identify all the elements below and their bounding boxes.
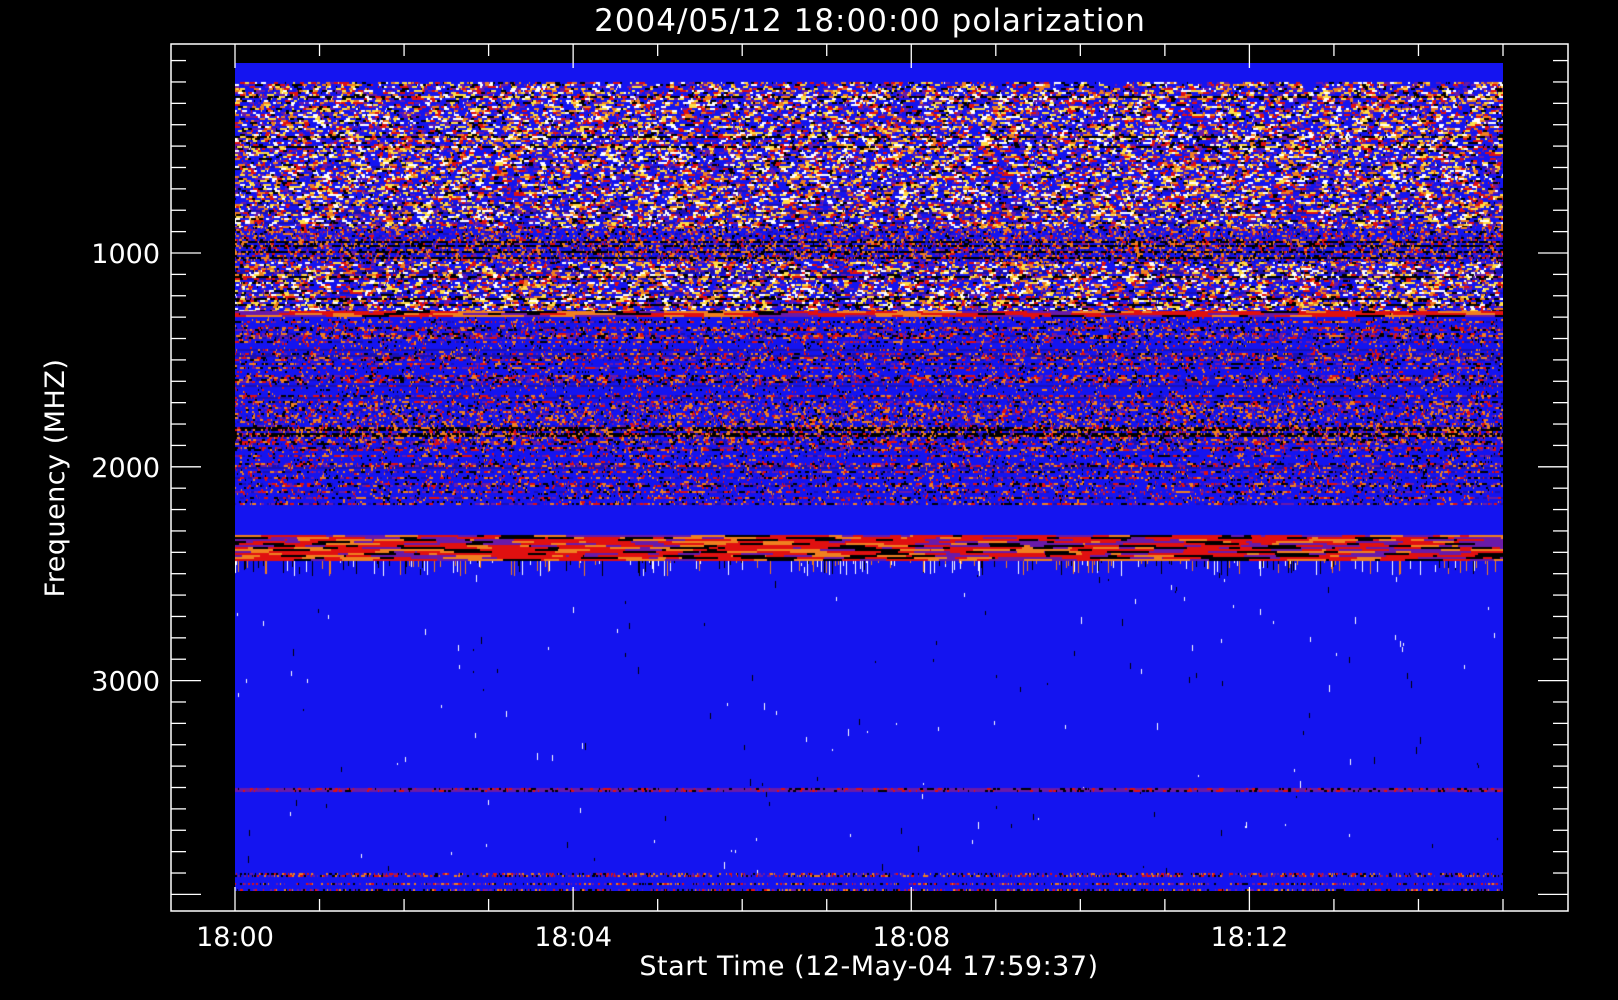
x-tick-label: 18:08 <box>872 922 950 953</box>
y-tick-label: 2000 <box>91 453 160 484</box>
y-tick-label: 1000 <box>91 239 160 270</box>
x-axis-label: Start Time (12-May-04 17:59:37) <box>639 951 1098 982</box>
x-tick-label: 18:00 <box>196 922 274 953</box>
x-tick-label: 18:12 <box>1210 922 1288 953</box>
x-tick-label: 18:04 <box>534 922 612 953</box>
y-axis-label: Frequency (MHZ) <box>40 359 71 598</box>
spectrogram-chart: 2004/05/12 18:00:00 polarization 18:00 18… <box>40 3 1569 982</box>
chart-title: 2004/05/12 18:00:00 polarization <box>594 3 1146 39</box>
y-tick-label: 3000 <box>91 667 160 698</box>
spectrogram-image <box>235 63 1503 891</box>
